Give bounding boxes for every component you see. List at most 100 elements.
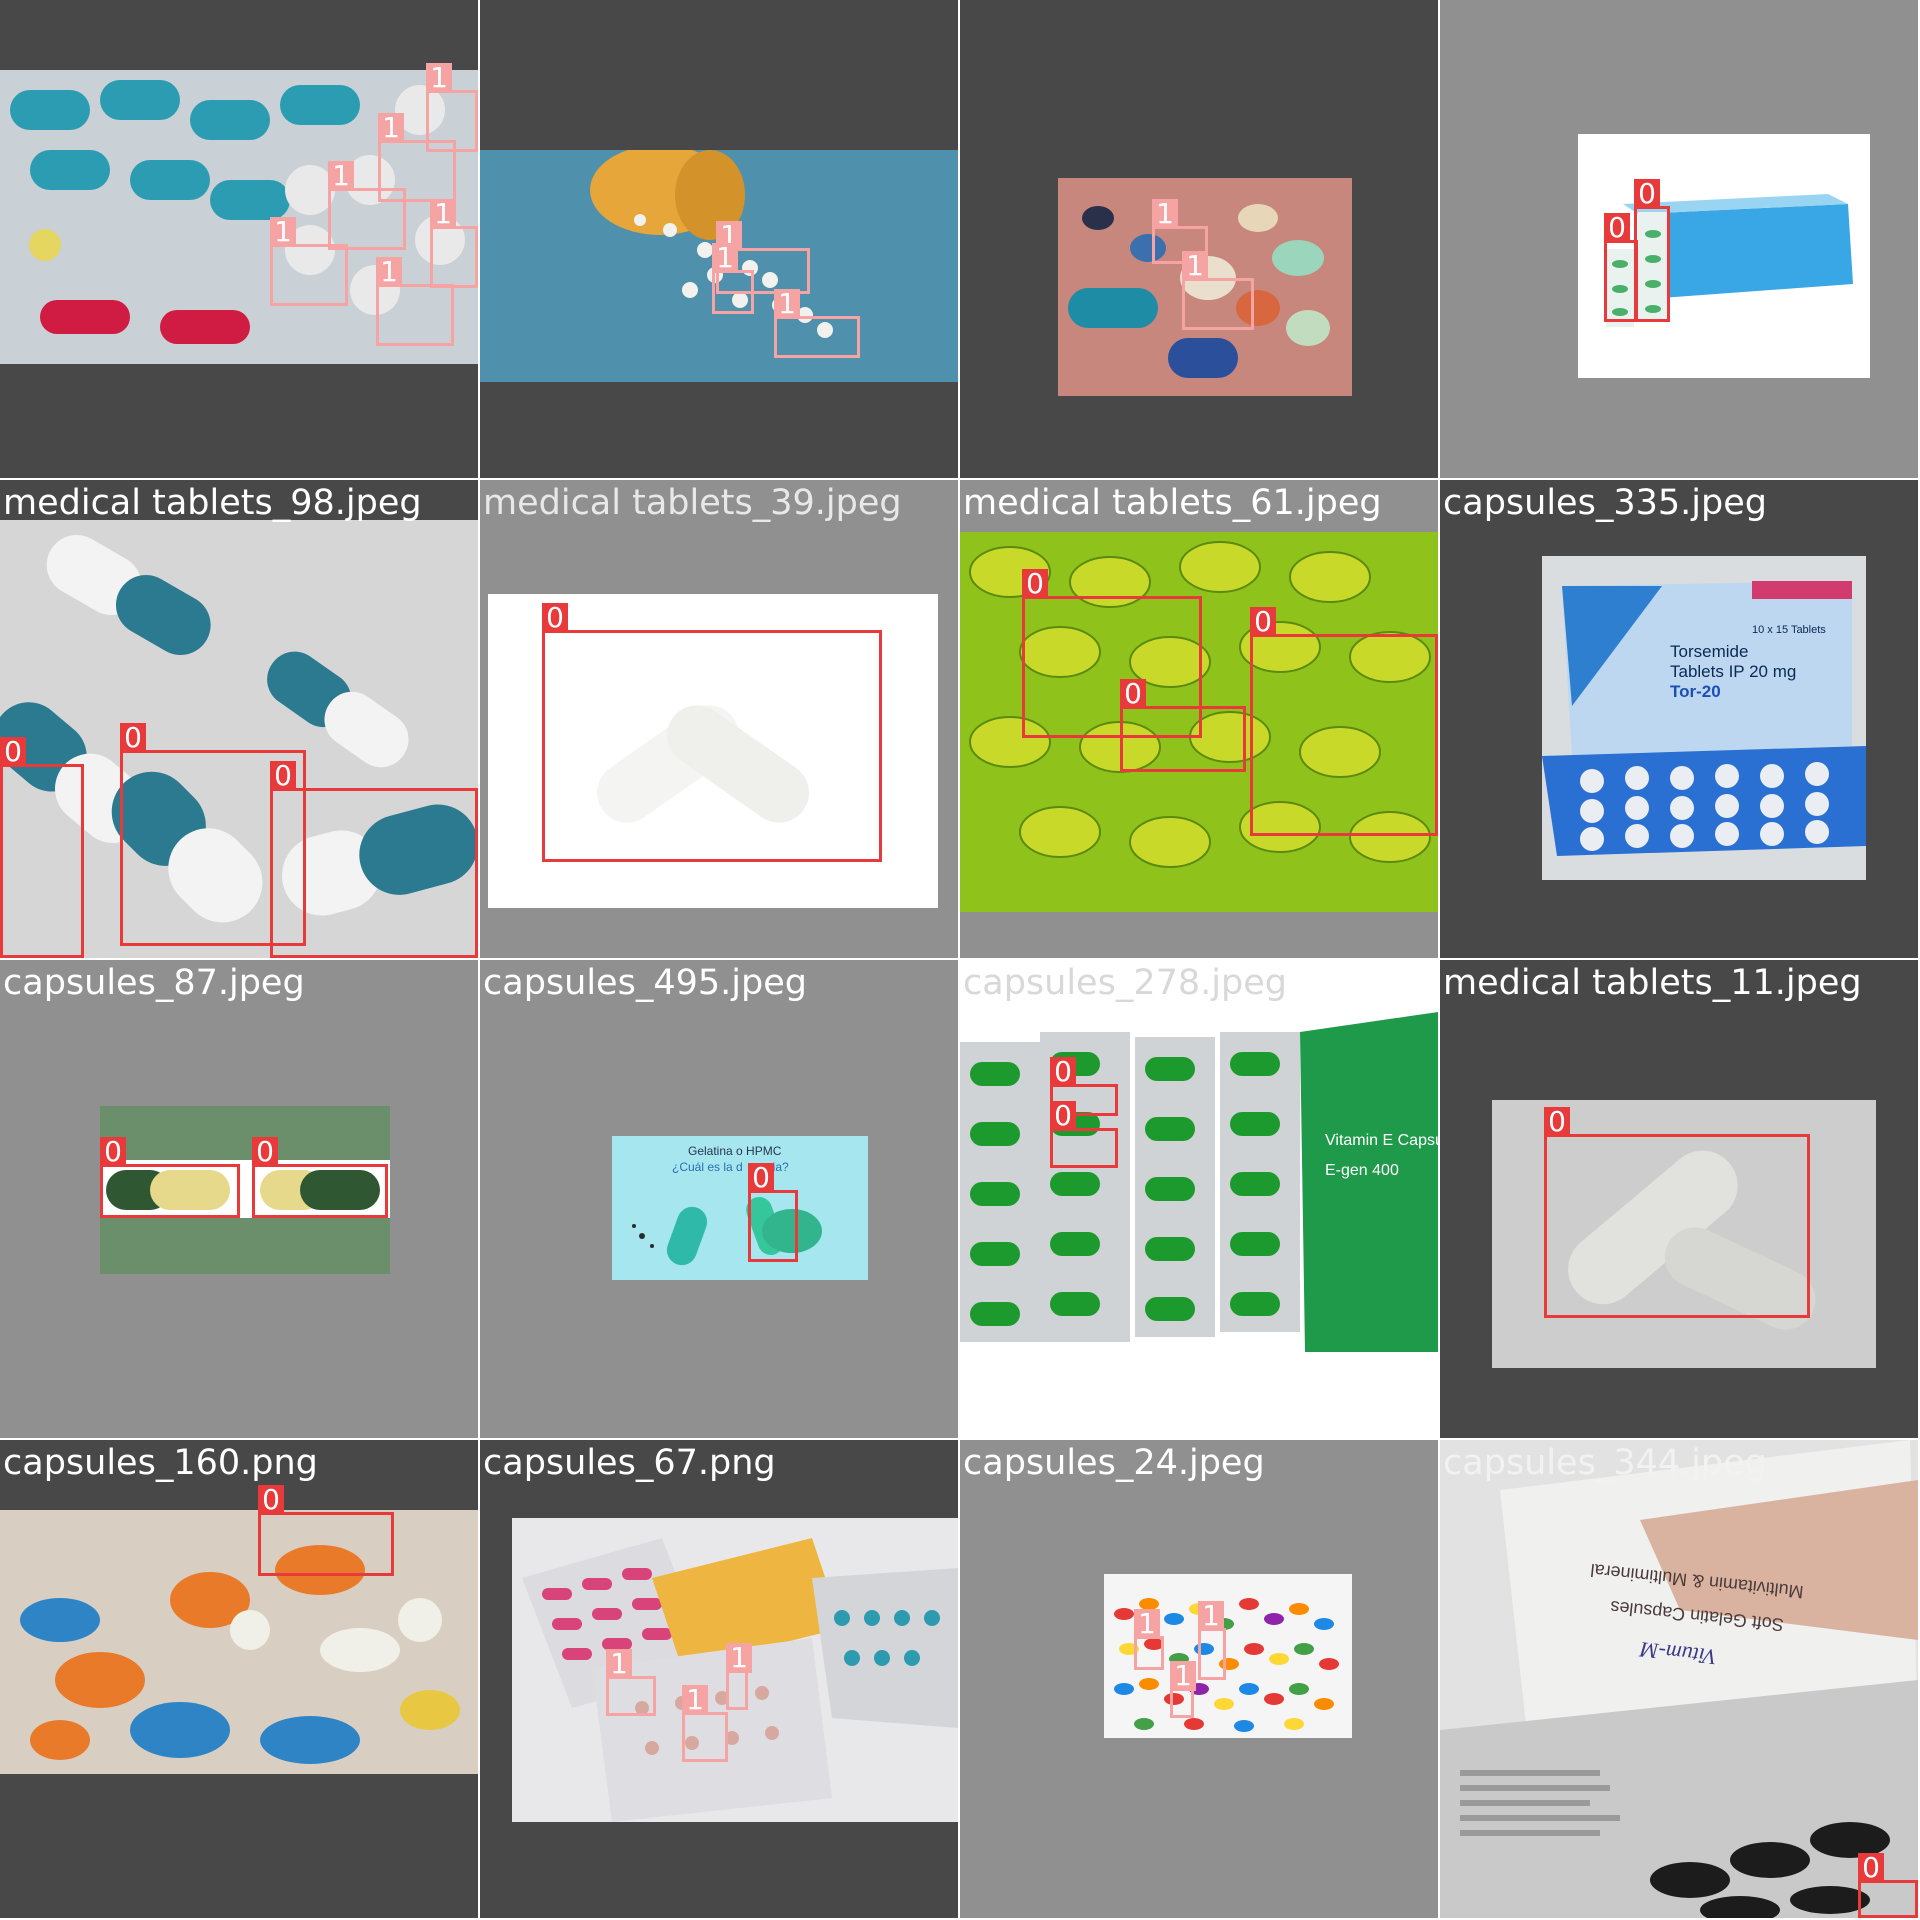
mosaic-tile: capsules_87.jpeg 0 0 xyxy=(0,960,478,1438)
image-filename-caption: capsules_160.png xyxy=(3,1443,318,1483)
class-label: 0 xyxy=(1858,1853,1884,1883)
detection-box: 0 xyxy=(1050,1101,1118,1168)
mosaic-tile: capsules_160.png 0 xyxy=(0,1440,478,1918)
detection-box: 0 xyxy=(1544,1107,1810,1318)
mosaic-tile: 10 x 15 Tablets Torsemide Tablets IP 20 … xyxy=(1440,480,1918,958)
detection-box: 1 xyxy=(1134,1609,1164,1670)
image-filename-caption: medical tablets_61.jpeg xyxy=(963,483,1382,523)
mosaic-tile: 1 1 xyxy=(960,0,1438,478)
image-filename-caption: capsules_335.jpeg xyxy=(1443,483,1767,523)
class-label: 1 xyxy=(270,217,296,247)
image-filename-caption: medical tablets_11.jpeg xyxy=(1443,963,1862,1003)
mosaic-tile: 1 1 1 xyxy=(480,0,958,478)
image-filename-caption: medical tablets_98.jpeg xyxy=(3,483,422,523)
photo-vitamin-e-blisters: Vitamin E Capsules U E-gen 400 xyxy=(960,1012,1438,1384)
mosaic-tile: Multivitamin & Multimineral Soft Gelatin… xyxy=(1440,1440,1918,1918)
class-label: 0 xyxy=(270,761,296,791)
detection-box: 0 xyxy=(270,761,478,958)
image-filename-caption: capsules_24.jpeg xyxy=(963,1443,1265,1483)
class-label: 0 xyxy=(252,1137,278,1167)
detection-box: 1 xyxy=(430,199,478,288)
detection-box: 0 xyxy=(542,603,882,862)
detection-box: 1 xyxy=(726,1643,752,1710)
class-label: 1 xyxy=(1152,199,1178,229)
mosaic-tile: 1 1 1 1 1 1 xyxy=(0,0,478,478)
detection-box: 0 xyxy=(258,1485,394,1576)
detection-box: 1 xyxy=(1170,1661,1196,1718)
class-label: 1 xyxy=(712,243,738,273)
class-label: 1 xyxy=(1182,251,1208,281)
class-label: 0 xyxy=(1120,679,1146,709)
class-label: 1 xyxy=(774,289,800,319)
mosaic-tile: medical tablets_11.jpeg 0 xyxy=(1440,960,1918,1438)
mosaic-tile: capsules_24.jpeg 1 1 1 xyxy=(960,1440,1438,1918)
image-filename-caption: capsules_344.jpeg xyxy=(1443,1443,1767,1483)
mosaic-tile: medical tablets_98.jpeg 0 0 0 xyxy=(0,480,478,958)
class-label: 1 xyxy=(1198,1601,1224,1631)
mosaic-tile: Gelatina o HPMC ¿Cuál es la d ncia? caps… xyxy=(480,960,958,1438)
mosaic-tile: medical tablets_39.jpeg 0 xyxy=(480,480,958,958)
box-printed-text: E-gen 400 xyxy=(1325,1162,1399,1179)
photo-vitum-box: Multivitamin & Multimineral Soft Gelatin… xyxy=(1440,1440,1918,1918)
box-printed-text: Torsemide xyxy=(1670,642,1749,661)
class-label: 0 xyxy=(120,723,146,753)
banner-text: Gelatina o HPMC xyxy=(688,1144,782,1158)
class-label: 1 xyxy=(328,161,354,191)
detection-box: 0 xyxy=(100,1137,240,1218)
photo-orange-blue-capsules xyxy=(0,1510,478,1774)
class-label: 1 xyxy=(1170,1661,1196,1691)
class-label: 1 xyxy=(606,1649,632,1679)
mosaic-tile: capsules_67.png 1 1 1 xyxy=(480,1440,958,1918)
class-label: 0 xyxy=(1544,1107,1570,1137)
class-label: 1 xyxy=(1134,1609,1160,1639)
class-label: 0 xyxy=(100,1137,126,1167)
box-printed-text: Tor-20 xyxy=(1670,682,1721,701)
detection-box: 1 xyxy=(1182,251,1254,330)
mosaic-tile: 0 0 xyxy=(1440,0,1918,478)
box-printed-text: Tablets IP 20 mg xyxy=(1670,662,1797,681)
detection-box: 0 xyxy=(1250,607,1438,836)
box-printed-text: 10 x 15 Tablets xyxy=(1752,624,1826,636)
class-label: 0 xyxy=(1250,607,1276,637)
image-filename-caption: capsules_67.png xyxy=(483,1443,776,1483)
box-printed-text: Vitamin E Capsules U xyxy=(1325,1132,1438,1149)
class-label: 0 xyxy=(258,1485,284,1515)
mosaic-tile: Vitamin E Capsules U E-gen 400 capsules_… xyxy=(960,960,1438,1438)
detection-box: 0 xyxy=(1120,679,1246,772)
class-label: 0 xyxy=(1634,179,1660,209)
class-label: 0 xyxy=(1050,1057,1076,1087)
photo-torsemide-box: 10 x 15 Tablets Torsemide Tablets IP 20 … xyxy=(1542,556,1866,880)
class-label: 1 xyxy=(378,113,404,143)
detection-box: 1 xyxy=(328,161,406,250)
detection-box: 1 xyxy=(774,289,860,358)
class-label: 1 xyxy=(726,1643,752,1673)
detection-box: 0 xyxy=(1604,213,1638,322)
class-label: 1 xyxy=(430,199,456,229)
image-filename-caption: capsules_278.jpeg xyxy=(963,963,1287,1003)
detection-box: 1 xyxy=(606,1649,656,1716)
photo-gelatin-banner: Gelatina o HPMC ¿Cuál es la d ncia? xyxy=(612,1136,868,1280)
image-mosaic: 1 1 1 1 1 1 1 1 1 1 1 0 0 medical tablet… xyxy=(0,0,1920,1920)
image-filename-caption: capsules_87.jpeg xyxy=(3,963,305,1003)
class-label: 1 xyxy=(426,63,452,93)
mosaic-tile: medical tablets_61.jpeg 0 0 0 xyxy=(960,480,1438,958)
class-label: 0 xyxy=(1604,213,1630,243)
class-label: 1 xyxy=(376,257,402,287)
detection-box: 0 xyxy=(1634,179,1670,322)
class-label: 0 xyxy=(1050,1101,1076,1131)
detection-box: 0 xyxy=(1858,1853,1918,1918)
class-label: 0 xyxy=(1022,569,1048,599)
class-label: 0 xyxy=(542,603,568,633)
detection-box: 1 xyxy=(376,257,454,346)
detection-box: 1 xyxy=(712,243,754,314)
detection-box: 0 xyxy=(252,1137,388,1218)
class-label: 0 xyxy=(748,1163,774,1193)
detection-box: 1 xyxy=(1198,1601,1226,1680)
detection-box: 0 xyxy=(0,737,84,958)
detection-box: 1 xyxy=(682,1685,728,1762)
image-filename-caption: capsules_495.jpeg xyxy=(483,963,807,1003)
class-label: 0 xyxy=(0,737,26,767)
detection-box: 0 xyxy=(748,1163,798,1262)
class-label: 1 xyxy=(682,1685,708,1715)
image-filename-caption: medical tablets_39.jpeg xyxy=(483,483,902,523)
